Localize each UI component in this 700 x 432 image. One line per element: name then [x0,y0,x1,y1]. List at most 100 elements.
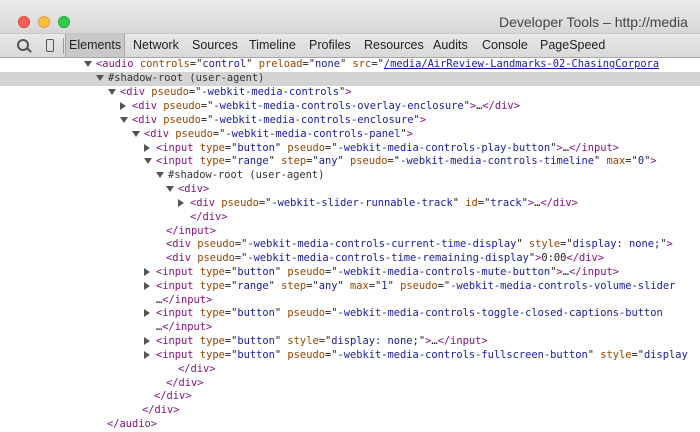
tree-row[interactable]: </input> [0,225,700,239]
expanded-triangle-icon[interactable] [120,117,128,123]
tab-network[interactable]: Network [133,34,179,57]
tree-row[interactable]: </audio> [0,418,700,432]
tree-row[interactable]: <div pseudo="-webkit-slider-runnable-tra… [0,197,700,211]
tree-row[interactable]: <div pseudo="-webkit-media-controls-time… [0,252,700,266]
tree-row[interactable]: <input type="range" step="any" max="1" p… [0,280,700,294]
attr-name: step [281,155,307,167]
tag-token: </div> [166,377,204,389]
tag-token: </input> [162,321,213,333]
tab-console[interactable]: Console [482,34,528,57]
text-token: =" [306,280,319,292]
tree-row[interactable]: <div pseudo="-webkit-media-controls-encl… [0,114,700,128]
expanded-triangle-icon[interactable] [132,131,140,137]
tab-elements[interactable]: Elements [65,34,126,57]
attr-value-link[interactable]: /media/AirReview-Landmarks-02-ChasingCor… [384,58,659,70]
text-token: =" [224,266,238,278]
collapsed-triangle-icon[interactable] [144,337,150,345]
attr-value: any [318,280,338,292]
tab-pagespeed[interactable]: PageSpeed [540,34,605,57]
tag-token: </div> [190,211,228,223]
tab-audits[interactable]: Audits [433,34,468,57]
tree-row[interactable]: </div> [0,363,700,377]
attr-value: -webkit-media-controls-volume-slider [450,280,676,292]
attr-name: type [199,335,225,347]
search-icon[interactable] [16,38,32,54]
expanded-triangle-icon[interactable] [156,172,164,178]
attr-name: src [352,58,372,70]
tag-token: > [345,86,352,98]
expanded-triangle-icon[interactable] [144,158,152,164]
collapsed-triangle-icon[interactable] [144,351,150,359]
expanded-triangle-icon[interactable] [96,75,104,81]
tab-sources[interactable]: Sources [192,34,238,57]
collapsed-triangle-icon[interactable] [144,309,150,317]
text-token: =" [200,100,214,112]
tree-row[interactable]: #shadow-root (user-agent) [0,169,700,183]
attr-value: display: none; [572,238,661,250]
devtools-toolbar: Elements Network Sources Timeline Profil… [0,34,700,58]
tree-row[interactable]: …</input> [0,321,700,335]
tree-row[interactable]: …</input> [0,294,700,308]
tag-token: </div> [178,363,216,375]
text-token: " [337,155,350,167]
attr-value: -webkit-media-controls-fullscreen-button [337,349,588,361]
attr-name: type [199,266,225,278]
window-title: Developer Tools – http://media [499,14,688,30]
tree-row[interactable]: <input type="button" pseudo="-webkit-med… [0,266,700,280]
shadow-root-label: #shadow-root (user-agent) [108,72,265,84]
tree-row[interactable]: <div pseudo="-webkit-media-controls"> [0,86,700,100]
tree-row[interactable]: </div> [0,377,700,391]
tree-row[interactable]: <audio controls="control" preload="none"… [0,58,700,72]
tag-token: <input [156,307,194,319]
collapsed-triangle-icon[interactable] [144,144,150,152]
text-token: =" [625,155,638,167]
collapsed-triangle-icon[interactable] [178,199,184,207]
text-token: 0:00 [541,252,567,264]
tree-row[interactable]: <input type="button" pseudo="-webkit-med… [0,349,700,363]
tag-token: <div [132,114,158,126]
expanded-triangle-icon[interactable] [84,61,92,67]
elements-dom-tree[interactable]: <audio controls="control" preload="none"… [0,58,700,430]
tree-row[interactable]: </div> [0,404,700,418]
tree-row[interactable]: <div pseudo="-webkit-media-controls-curr… [0,238,700,252]
text-token: =" [224,335,238,347]
attr-value: -webkit-slider-runnable-track [271,197,453,209]
tree-row[interactable]: <input type="button" pseudo="-webkit-med… [0,142,700,156]
tree-row[interactable]: <input type="button" style="display: non… [0,335,700,349]
tag-token: </div> [482,100,520,112]
attr-name: type [199,155,225,167]
attr-name: pseudo [151,86,189,98]
tree-row[interactable]: <input type="range" step="any" pseudo="-… [0,155,700,169]
tree-row-selected[interactable]: #shadow-root (user-agent) [0,72,700,86]
tab-resources[interactable]: Resources [364,34,424,57]
tab-profiles[interactable]: Profiles [309,34,351,57]
zoom-window-button[interactable] [58,16,70,28]
tree-row[interactable]: </div> [0,390,700,404]
text-token: " [587,349,601,361]
tree-row[interactable]: </div> [0,211,700,225]
minimize-window-button[interactable] [38,16,50,28]
attr-name: type [199,280,225,292]
device-icon[interactable] [44,38,60,54]
text-token: " [594,155,607,167]
close-window-button[interactable] [18,16,30,28]
tree-row[interactable]: <div> [0,183,700,197]
expanded-triangle-icon[interactable] [166,186,174,192]
text-token: =" [224,142,238,154]
text-token: =" [477,197,491,209]
tree-row[interactable]: <input type="button" pseudo="-webkit-med… [0,307,700,321]
text-token: " [452,197,466,209]
collapsed-triangle-icon[interactable] [144,268,150,276]
window-titlebar: Developer Tools – http://media [0,0,700,34]
tree-row[interactable]: <div pseudo="-webkit-media-controls-pane… [0,128,700,142]
text-token: " [268,280,282,292]
attr-name: style [600,349,632,361]
tag-token: </input> [162,294,213,306]
text-token: =" [631,349,645,361]
tab-timeline[interactable]: Timeline [249,34,296,57]
collapsed-triangle-icon[interactable] [144,282,150,290]
expanded-triangle-icon[interactable] [108,89,116,95]
collapsed-triangle-icon[interactable] [120,102,126,110]
tree-row[interactable]: <div pseudo="-webkit-media-controls-over… [0,100,700,114]
tag-token: <div [166,238,192,250]
